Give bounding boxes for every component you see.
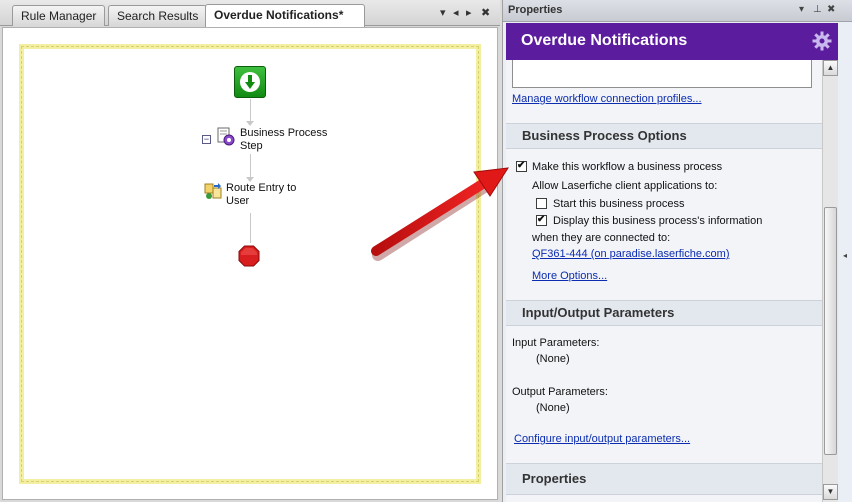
workflow-name: Overdue Notifications [521,32,688,49]
close-pane-icon[interactable]: ✖ [827,4,835,15]
output-parameters-value: (None) [536,402,570,414]
properties-scrollbar[interactable]: ▲ ▼ [822,60,838,502]
tab-scroll-right-icon[interactable]: ▸ [466,6,472,20]
stop-icon[interactable] [238,245,260,267]
tab-search-results[interactable]: Search Results [108,5,208,26]
output-parameters-label: Output Parameters: [512,386,608,398]
start-business-process-checkbox[interactable] [536,198,547,209]
business-process-icon [217,127,235,146]
configure-parameters-link[interactable]: Configure input/output parameters... [514,433,690,445]
section-input-output-parameters[interactable]: Input/Output Parameters [506,300,822,326]
connector-line [250,213,251,243]
display-info-checkbox[interactable] [536,214,547,226]
scroll-down-icon[interactable]: ▼ [823,484,838,500]
pin-icon[interactable]: ⊥ [813,4,822,15]
pane-dropdown-icon[interactable]: ▾ [799,4,804,15]
start-arrow-icon[interactable] [234,66,266,98]
when-connected-label: when they are connected to: [532,232,671,244]
display-info-label: Display this business process's informat… [553,215,763,227]
step-label: Route Entry to User [226,182,297,207]
start-business-process-label: Start this business process [553,198,685,210]
scroll-up-icon[interactable]: ▲ [823,60,838,76]
tab-rule-manager[interactable]: Rule Manager [12,5,106,26]
properties-pane: Properties ▾ ⊥ ✖ Overdue Notifications M… [502,0,852,502]
more-options-link[interactable]: More Options... [532,270,607,282]
splitter-grip-icon[interactable]: ◂ [843,251,847,260]
close-tab-icon[interactable]: ✖ [481,6,490,20]
section-properties[interactable]: Properties [506,463,822,495]
scrollbar-thumb[interactable] [824,207,837,455]
route-entry-icon [204,183,222,199]
tab-scroll-left-icon[interactable]: ◂ [453,6,459,20]
tab-overdue-notifications[interactable]: Overdue Notifications* [205,4,365,27]
manage-connection-profiles-link[interactable]: Manage workflow connection profiles... [512,93,702,105]
section-business-process-options[interactable]: Business Process Options [506,123,822,149]
gear-icon[interactable] [812,31,832,51]
properties-header: Overdue Notifications [506,23,838,60]
workflow-designer-panel: Rule Manager Search Results Overdue Noti… [0,0,500,502]
connector-line [250,154,251,178]
properties-body: Manage workflow connection profiles... B… [506,60,822,502]
connector-line [250,99,251,122]
tab-list-dropdown-icon[interactable]: ▾ [440,6,446,20]
pane-title: Properties [508,4,563,16]
connector-arrow [246,121,254,126]
input-parameters-label: Input Parameters: [512,337,600,349]
designer-canvas-frame: − Business Process Step Route Entry to U… [2,27,498,500]
server-link[interactable]: QF361-444 (on paradise.laserfiche.com) [532,248,729,260]
collapse-icon[interactable]: − [202,135,211,144]
make-business-process-label: Make this workflow a business process [532,161,723,173]
allow-clients-label: Allow Laserfiche client applications to: [532,180,718,192]
properties-titlebar: Properties ▾ ⊥ ✖ [503,0,852,22]
make-business-process-checkbox[interactable] [516,160,527,172]
input-parameters-value: (None) [536,353,570,365]
connection-profiles-box[interactable] [512,60,812,88]
step-label: Business Process Step [240,127,328,152]
document-tab-bar: Rule Manager Search Results Overdue Noti… [0,0,500,27]
workflow-canvas[interactable]: − Business Process Step Route Entry to U… [19,44,481,484]
